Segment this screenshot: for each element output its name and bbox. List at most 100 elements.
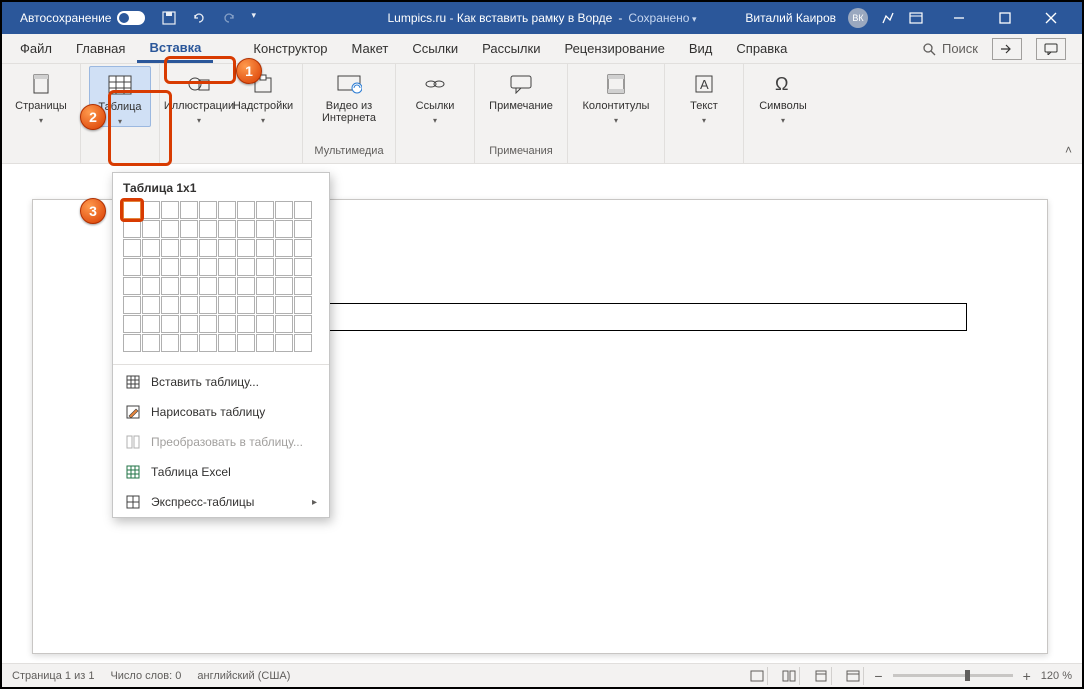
ribbon-display-icon[interactable] xyxy=(908,10,924,26)
grid-cell[interactable] xyxy=(218,239,236,257)
page-indicator[interactable]: Страница 1 из 1 xyxy=(12,670,94,682)
grid-cell[interactable] xyxy=(123,277,141,295)
zoom-in-button[interactable]: + xyxy=(1023,668,1031,684)
grid-cell[interactable] xyxy=(199,296,217,314)
search-button[interactable]: Поиск xyxy=(922,41,978,56)
grid-cell[interactable] xyxy=(275,220,293,238)
headerfooter-button[interactable]: Колонтитулы ▾ xyxy=(576,66,656,125)
save-icon[interactable] xyxy=(161,10,177,26)
minimize-button[interactable] xyxy=(936,2,982,34)
grid-cell[interactable] xyxy=(275,315,293,333)
grid-cell[interactable] xyxy=(161,334,179,352)
grid-cell[interactable] xyxy=(294,277,312,295)
grid-cell[interactable] xyxy=(161,277,179,295)
share-button[interactable] xyxy=(992,38,1022,60)
table-size-grid[interactable] xyxy=(113,201,329,362)
grid-cell[interactable] xyxy=(218,315,236,333)
grid-cell[interactable] xyxy=(294,239,312,257)
web-layout-icon[interactable] xyxy=(842,667,864,685)
grid-cell[interactable] xyxy=(180,239,198,257)
qat-dropdown-icon[interactable]: ▾ xyxy=(251,10,267,26)
links-button[interactable]: Ссылки ▾ xyxy=(404,66,466,125)
grid-cell[interactable] xyxy=(218,201,236,219)
quick-tables-item[interactable]: Экспресс-таблицы ▸ xyxy=(113,487,329,517)
grid-cell[interactable] xyxy=(256,277,274,295)
grid-cell[interactable] xyxy=(294,258,312,276)
redo-icon[interactable] xyxy=(221,10,237,26)
zoom-out-button[interactable]: − xyxy=(874,668,882,684)
grid-cell[interactable] xyxy=(180,258,198,276)
grid-cell[interactable] xyxy=(256,201,274,219)
grid-cell[interactable] xyxy=(161,296,179,314)
read-mode-icon[interactable] xyxy=(778,667,800,685)
grid-cell[interactable] xyxy=(256,220,274,238)
zoom-level[interactable]: 120 % xyxy=(1041,670,1072,682)
grid-cell[interactable] xyxy=(237,334,255,352)
tab-home[interactable]: Главная xyxy=(64,34,137,63)
grid-cell[interactable] xyxy=(123,334,141,352)
grid-cell[interactable] xyxy=(199,258,217,276)
grid-cell[interactable] xyxy=(256,239,274,257)
grid-cell[interactable] xyxy=(199,277,217,295)
grid-cell[interactable] xyxy=(123,258,141,276)
illustrations-button[interactable]: Иллюстрации ▾ xyxy=(168,66,230,125)
grid-cell[interactable] xyxy=(123,315,141,333)
grid-cell[interactable] xyxy=(237,201,255,219)
grid-cell[interactable] xyxy=(256,315,274,333)
grid-cell[interactable] xyxy=(256,258,274,276)
grid-cell[interactable] xyxy=(275,239,293,257)
avatar[interactable]: ВК xyxy=(848,8,868,28)
pages-button[interactable]: Страницы ▾ xyxy=(10,66,72,125)
grid-cell[interactable] xyxy=(275,334,293,352)
grid-cell[interactable] xyxy=(256,296,274,314)
grid-cell[interactable] xyxy=(142,220,160,238)
grid-cell[interactable] xyxy=(123,296,141,314)
excel-table-item[interactable]: Таблица Excel xyxy=(113,457,329,487)
tab-help[interactable]: Справка xyxy=(724,34,799,63)
grid-cell[interactable] xyxy=(199,220,217,238)
grid-cell[interactable] xyxy=(161,239,179,257)
grid-cell[interactable] xyxy=(180,315,198,333)
grid-cell[interactable] xyxy=(142,239,160,257)
draw-table-item[interactable]: Нарисовать таблицу xyxy=(113,397,329,427)
online-video-button[interactable]: Видео из Интернета xyxy=(311,66,387,124)
grid-cell[interactable] xyxy=(294,220,312,238)
grid-cell[interactable] xyxy=(275,201,293,219)
zoom-slider[interactable] xyxy=(893,674,1013,677)
grid-cell[interactable] xyxy=(256,334,274,352)
grid-cell[interactable] xyxy=(180,277,198,295)
grid-cell[interactable] xyxy=(218,296,236,314)
close-button[interactable] xyxy=(1028,2,1074,34)
grid-cell[interactable] xyxy=(123,220,141,238)
text-button[interactable]: A Текст ▾ xyxy=(673,66,735,125)
grid-cell[interactable] xyxy=(161,201,179,219)
grid-cell[interactable] xyxy=(218,258,236,276)
grid-cell[interactable] xyxy=(161,258,179,276)
tab-insert[interactable]: Вставка xyxy=(137,34,213,63)
tab-review[interactable]: Рецензирование xyxy=(552,34,676,63)
collapse-ribbon-icon[interactable]: ˄ xyxy=(1065,143,1072,157)
toggle-switch-icon[interactable] xyxy=(117,11,145,25)
tab-references[interactable]: Ссылки xyxy=(400,34,470,63)
grid-cell[interactable] xyxy=(180,296,198,314)
maximize-button[interactable] xyxy=(982,2,1028,34)
grid-cell[interactable] xyxy=(218,220,236,238)
insert-table-item[interactable]: Вставить таблицу... xyxy=(113,367,329,397)
language-indicator[interactable]: английский (США) xyxy=(197,670,290,682)
grid-cell[interactable] xyxy=(142,334,160,352)
grid-cell[interactable] xyxy=(142,296,160,314)
grid-cell[interactable] xyxy=(237,258,255,276)
symbols-button[interactable]: Ω Символы ▾ xyxy=(752,66,814,125)
grid-cell[interactable] xyxy=(142,201,160,219)
grid-cell[interactable] xyxy=(199,334,217,352)
grid-cell[interactable] xyxy=(161,220,179,238)
grid-cell[interactable] xyxy=(142,258,160,276)
comments-button[interactable] xyxy=(1036,38,1066,60)
comment-button[interactable]: Примечание xyxy=(483,66,559,112)
grid-cell[interactable] xyxy=(294,296,312,314)
tab-file[interactable]: Файл xyxy=(8,34,64,63)
tab-layout[interactable]: Макет xyxy=(340,34,401,63)
grid-cell[interactable] xyxy=(123,201,141,219)
grid-cell[interactable] xyxy=(237,296,255,314)
tab-mailings[interactable]: Рассылки xyxy=(470,34,552,63)
